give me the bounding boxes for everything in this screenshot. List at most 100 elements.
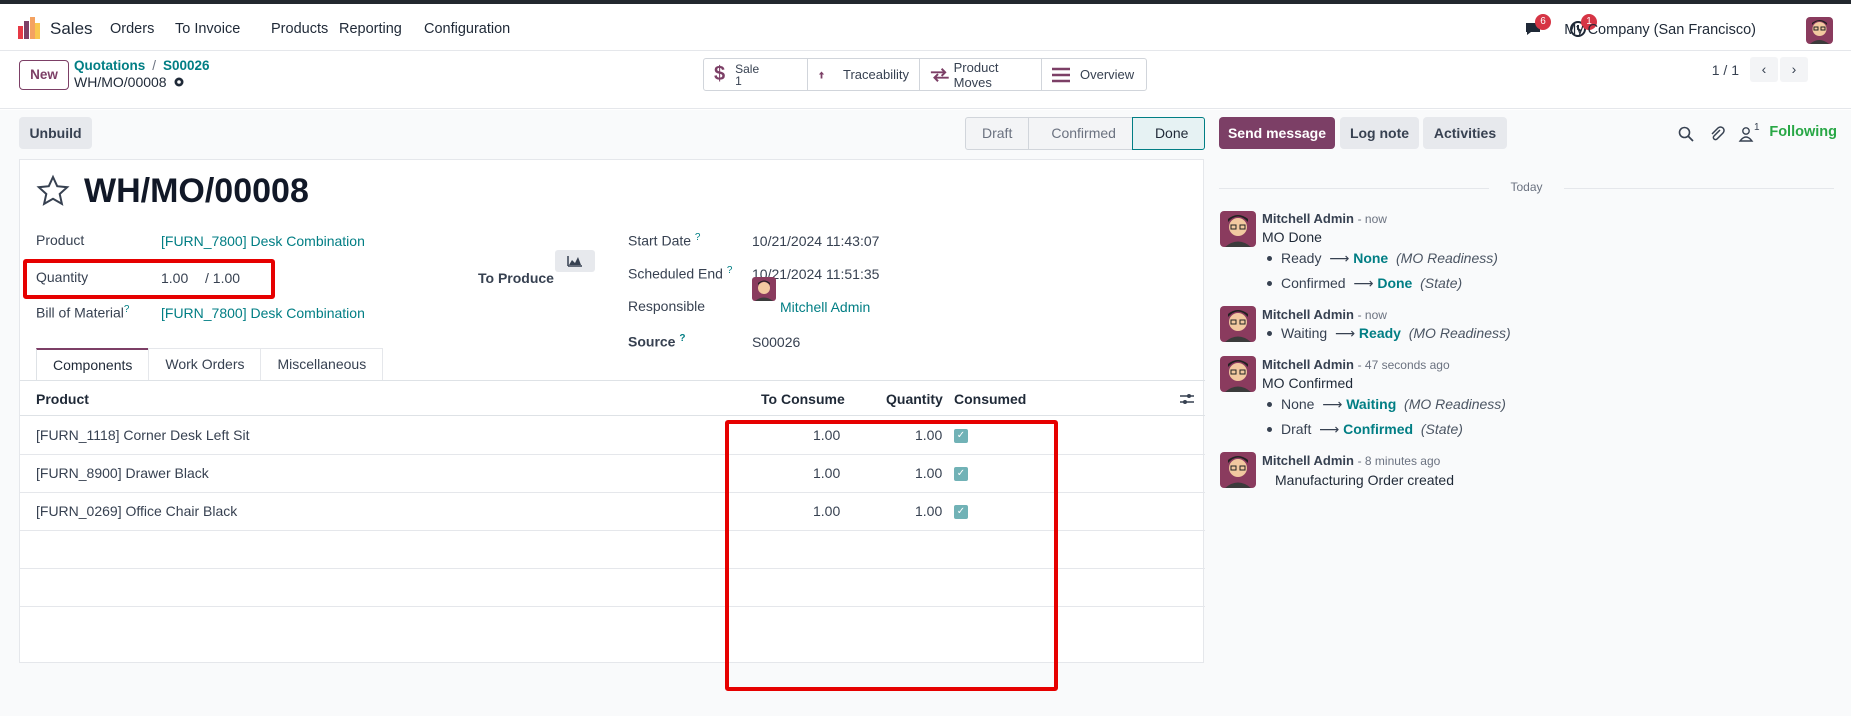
product-label: Product xyxy=(36,232,85,248)
user-avatar[interactable] xyxy=(1806,17,1833,44)
new-button[interactable]: New xyxy=(19,60,69,90)
responsible-avatar[interactable] xyxy=(752,277,776,301)
activities-button[interactable]: Activities xyxy=(1423,117,1507,149)
gear-icon[interactable] xyxy=(173,76,185,88)
app-logo-icon[interactable] xyxy=(18,17,40,39)
tracking-line: Confirmed ⟶ Done (State) xyxy=(1267,275,1462,292)
product-field[interactable]: [FURN_7800] Desk Combination xyxy=(161,233,365,249)
tracking-line: Waiting ⟶ Ready (MO Readiness) xyxy=(1267,325,1511,342)
arrow-right-icon: ⟶ xyxy=(1353,275,1374,291)
quantity-highlight-box xyxy=(23,259,275,299)
overview-label: Overview xyxy=(1080,67,1135,82)
log-note-button[interactable]: Log note xyxy=(1340,117,1419,149)
arrow-right-icon: ⟶ xyxy=(1329,250,1350,266)
source-field[interactable]: S00026 xyxy=(752,334,800,350)
pager-next-button[interactable]: › xyxy=(1780,57,1808,82)
pager-value[interactable]: 1 / 1 xyxy=(1712,62,1739,78)
message-avatar[interactable] xyxy=(1220,452,1256,488)
breadcrumb-quotations[interactable]: Quotations xyxy=(74,58,145,73)
sale-smart-button[interactable]: $ Sale 1 xyxy=(704,59,808,90)
traceability-smart-button[interactable]: Traceability xyxy=(808,59,920,90)
sale-label: Sale xyxy=(735,61,760,76)
breadcrumb-current: WH/MO/00008 xyxy=(74,74,185,90)
company-switcher[interactable]: My Company (San Francisco) xyxy=(1564,22,1756,38)
followers-icon[interactable] xyxy=(1738,126,1754,142)
record-title[interactable]: WH/MO/00008 xyxy=(84,172,309,211)
menu-orders[interactable]: Orders xyxy=(110,21,154,37)
col-to-consume[interactable]: To Consume xyxy=(761,391,845,407)
tab-components[interactable]: Components xyxy=(36,348,150,381)
help-icon[interactable]: ? xyxy=(679,333,685,344)
star-icon[interactable] xyxy=(36,174,70,208)
breadcrumb: Quotations / S00026 xyxy=(74,58,210,73)
message-body: MO Done xyxy=(1262,229,1322,245)
menu-to-invoice[interactable]: To Invoice xyxy=(175,21,240,37)
start-date-field[interactable]: 10/21/2024 11:43:07 xyxy=(752,233,879,249)
app-name[interactable]: Sales xyxy=(50,19,93,39)
scheduled-end-label-text: Scheduled End xyxy=(628,265,723,282)
author-name[interactable]: Mitchell Admin xyxy=(1262,307,1354,322)
tab-work-orders[interactable]: Work Orders xyxy=(148,348,262,381)
row-product[interactable]: [FURN_8900] Drawer Black xyxy=(36,465,209,481)
message-body: MO Confirmed xyxy=(1262,375,1354,391)
col-product[interactable]: Product xyxy=(36,391,89,407)
message-avatar[interactable] xyxy=(1220,306,1256,342)
date-separator: Today xyxy=(1219,180,1834,194)
col-quantity[interactable]: Quantity xyxy=(886,391,943,407)
paperclip-icon[interactable] xyxy=(1709,126,1725,142)
area-chart-icon xyxy=(567,256,582,267)
message-author[interactable]: Mitchell Admin - 47 seconds ago xyxy=(1262,357,1450,372)
col-consumed[interactable]: Consumed xyxy=(954,391,1026,407)
tab-miscellaneous[interactable]: Miscellaneous xyxy=(260,348,384,381)
send-message-button[interactable]: Send message xyxy=(1219,117,1335,149)
message-body: Manufacturing Order created xyxy=(1275,472,1454,488)
search-icon[interactable] xyxy=(1678,126,1694,142)
breadcrumb-s00026[interactable]: S00026 xyxy=(163,58,210,73)
message-avatar[interactable] xyxy=(1220,356,1256,392)
responsible-field[interactable]: Mitchell Admin xyxy=(780,299,870,315)
author-name[interactable]: Mitchell Admin xyxy=(1262,453,1354,468)
menu-reporting[interactable]: Reporting xyxy=(339,21,402,37)
overview-smart-button[interactable]: Overview xyxy=(1042,59,1146,90)
status-draft[interactable]: Draft xyxy=(965,117,1030,150)
message-author[interactable]: Mitchell Admin - now xyxy=(1262,211,1387,226)
main-content: Unbuild Draft Confirmed Done WH/MO/00008… xyxy=(0,110,1851,716)
status-done[interactable]: Done xyxy=(1131,117,1206,150)
product-moves-smart-button[interactable]: Product Moves xyxy=(920,59,1042,90)
row-product[interactable]: [FURN_0269] Office Chair Black xyxy=(36,503,237,519)
chevron-right-icon: › xyxy=(1791,61,1797,77)
row-product[interactable]: [FURN_1118] Corner Desk Left Sit xyxy=(36,427,249,443)
scheduled-end-label: Scheduled End ? xyxy=(628,265,732,282)
message-author[interactable]: Mitchell Admin - now xyxy=(1262,307,1387,322)
arrow-right-icon: ⟶ xyxy=(1319,421,1340,437)
forecast-chart-button[interactable] xyxy=(555,250,595,272)
tracking-field: (State) xyxy=(1420,421,1463,437)
author-name[interactable]: Mitchell Admin xyxy=(1262,357,1354,372)
start-date-label-text: Start Date xyxy=(628,232,692,249)
tracking-old: Waiting xyxy=(1281,325,1328,341)
pager-previous-button[interactable]: ‹ xyxy=(1750,57,1778,82)
tracking-field: (MO Readiness) xyxy=(1404,396,1506,412)
bom-label: Bill of Material? xyxy=(36,304,129,321)
source-label-text: Source xyxy=(628,333,676,350)
sale-count: 1 xyxy=(735,73,742,88)
author-name[interactable]: Mitchell Admin xyxy=(1262,211,1354,226)
help-icon[interactable]: ? xyxy=(695,232,701,243)
arrow-right-icon: ⟶ xyxy=(1322,396,1343,412)
help-icon[interactable]: ? xyxy=(727,265,733,276)
message-author[interactable]: Mitchell Admin - 8 minutes ago xyxy=(1262,453,1440,468)
message-time: - now xyxy=(1357,308,1387,322)
tracking-field: (State) xyxy=(1420,275,1463,291)
traceability-label: Traceability xyxy=(843,67,909,82)
menu-configuration[interactable]: Configuration xyxy=(424,21,510,37)
status-confirmed[interactable]: Confirmed xyxy=(1028,117,1133,150)
optional-columns-icon[interactable] xyxy=(1180,392,1194,406)
message-avatar[interactable] xyxy=(1220,211,1256,247)
unbuild-button[interactable]: Unbuild xyxy=(19,117,92,149)
following-button[interactable]: Following xyxy=(1769,124,1837,140)
bom-field[interactable]: [FURN_7800] Desk Combination xyxy=(161,305,365,321)
tracking-old: Ready xyxy=(1281,250,1322,266)
menu-products[interactable]: Products xyxy=(271,21,328,37)
help-icon[interactable]: ? xyxy=(124,304,130,315)
tracking-line: None ⟶ Waiting (MO Readiness) xyxy=(1267,396,1506,413)
